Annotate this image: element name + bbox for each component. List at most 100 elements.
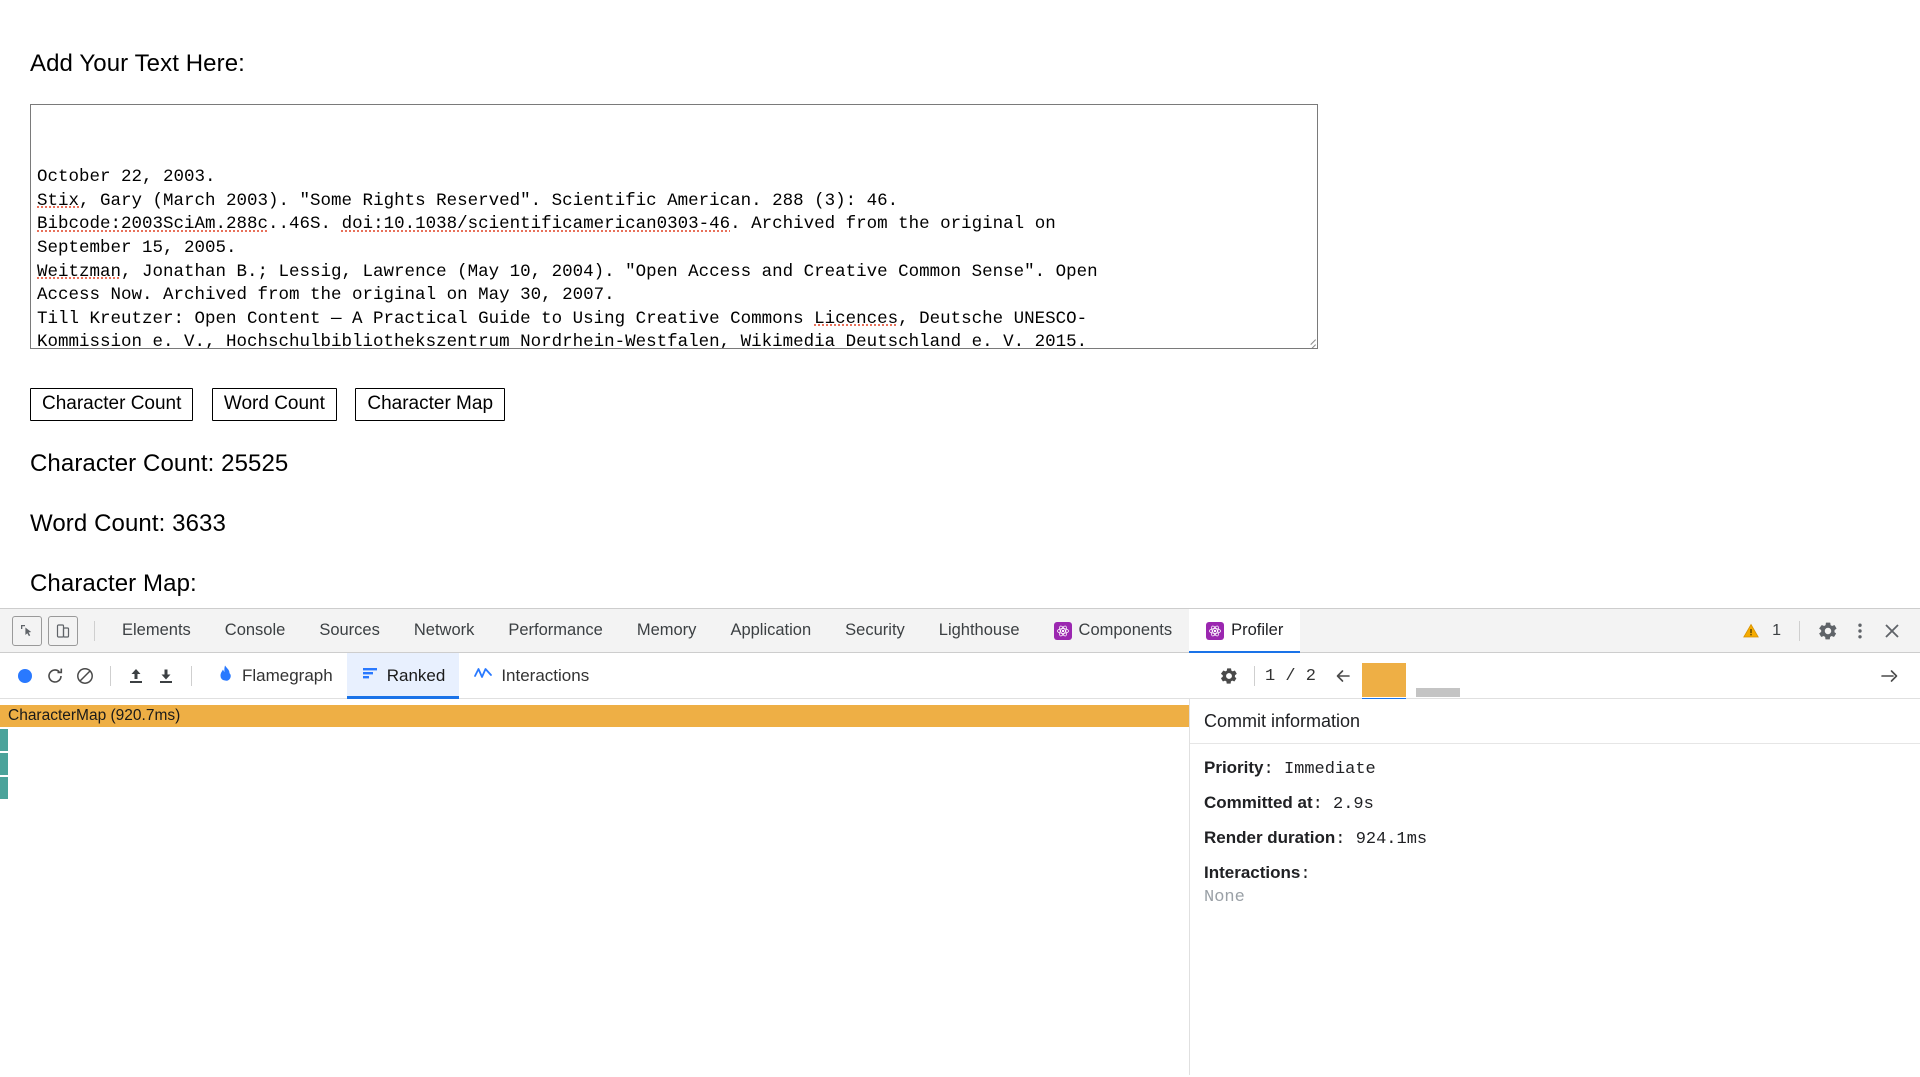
devtools-tab-security[interactable]: Security (828, 609, 922, 653)
textarea-line-partial (37, 154, 1313, 166)
devtools-tab-label: Memory (636, 621, 697, 639)
devtools-tab-label: Profiler (1231, 621, 1284, 639)
commit-render-duration-row: Render duration: 924.1ms (1204, 828, 1428, 849)
reload-and-record-icon[interactable] (40, 661, 70, 691)
devtools-panel: Elements Console Sources Network Performance… (0, 608, 1920, 1077)
ranked-chart-row: CharacterMap (920.7ms) (0, 705, 1189, 727)
devtools-tab-label: Application (730, 621, 812, 639)
ranked-chart-row (0, 753, 1189, 775)
ranked-chart-row (0, 729, 1189, 751)
commit-priority-row: Priority: Immediate (1204, 758, 1376, 779)
word-count-result: Word Count: 3633 (30, 510, 226, 537)
devtools-tab-elements[interactable]: Elements (105, 609, 208, 653)
tab-interactions-label: Interactions (501, 665, 590, 685)
tab-ranked-label: Ranked (386, 665, 446, 685)
commit-committed-at-value: 2.9s (1333, 795, 1374, 814)
next-commit-icon[interactable] (1872, 659, 1906, 693)
text-input-textarea[interactable]: October 22, 2003. Stix, Gary (March 2003)… (30, 104, 1318, 349)
devtools-tab-application[interactable]: Application (713, 609, 828, 653)
devtools-right-controls: 1 (1737, 617, 1920, 645)
devtools-tab-memory[interactable]: Memory (620, 609, 714, 653)
profiler-divider-2 (191, 665, 192, 686)
commit-details-list: Priority: Immediate Committed at: 2.9s R… (1190, 744, 1920, 907)
close-icon[interactable] (1878, 617, 1906, 645)
gear-icon[interactable] (1814, 617, 1842, 645)
word-count-button[interactable]: Word Count (211, 388, 337, 421)
devtools-tab-performance[interactable]: Performance (491, 609, 619, 653)
textarea-content: October 22, 2003. Stix, Gary (March 2003)… (37, 154, 1313, 349)
textarea-line: Kommission e. V., Hochschulbibliotheksze… (37, 332, 1088, 349)
devtools-tab-label: Sources (319, 621, 380, 639)
character-count-result: Character Count: 25525 (30, 450, 289, 477)
warning-count: 1 (1772, 621, 1781, 639)
ranked-chart-bar[interactable] (0, 753, 8, 775)
devtools-tool-icons (0, 615, 105, 646)
commit-interactions-value: None (1204, 888, 1245, 907)
devtools-tab-components[interactable]: Components (1037, 609, 1190, 653)
web-page-content: Add Your Text Here: October 22, 2003. Sti… (0, 0, 1920, 608)
record-icon[interactable] (10, 661, 40, 691)
devtools-tab-label: Security (845, 621, 905, 639)
textarea-line: Bibcode:2003SciAm.288c..46S. doi:10.1038… (37, 214, 1056, 235)
tab-ranked[interactable]: Ranked (346, 652, 460, 699)
devtools-tab-network[interactable]: Network (397, 609, 492, 653)
textarea-line: Access Now. Archived from the original o… (37, 285, 615, 306)
character-map-button[interactable]: Character Map (355, 388, 506, 421)
devtools-tab-lighthouse[interactable]: Lighthouse (922, 609, 1037, 653)
textarea-line: Stix, Gary (March 2003). "Some Rights Re… (37, 190, 899, 211)
tab-flamegraph[interactable]: Flamegraph (202, 653, 347, 699)
snapshot-bar[interactable] (1362, 663, 1407, 702)
warning-icon[interactable] (1737, 617, 1765, 645)
inspect-element-icon[interactable] (12, 615, 42, 646)
flame-icon (216, 664, 234, 687)
clear-icon[interactable] (70, 661, 100, 691)
profiler-divider-1 (110, 665, 111, 686)
snapshot-divider (1254, 666, 1255, 686)
character-count-button[interactable]: Character Count (30, 388, 194, 421)
commit-render-duration-value: 924.1ms (1355, 830, 1428, 849)
commit-snapshot-strip[interactable] (1362, 651, 1461, 702)
action-button-row: Character Count Word Count Character Map (30, 388, 519, 421)
devtools-tabbar: Elements Console Sources Network Performance… (0, 609, 1920, 654)
ranked-icon (361, 664, 379, 687)
ranked-chart-bar[interactable] (0, 777, 8, 799)
more-options-icon[interactable] (1846, 617, 1874, 645)
commit-information-panel: Commit information Priority: Immediate C… (1190, 699, 1920, 1075)
tab-flamegraph-label: Flamegraph (242, 665, 333, 685)
profiler-settings-gear-icon[interactable] (1214, 661, 1244, 691)
toolbar-divider (94, 620, 95, 641)
save-profile-icon[interactable] (151, 661, 181, 691)
commit-priority-label: Priority (1204, 758, 1264, 777)
device-toolbar-icon[interactable] (48, 615, 78, 646)
tab-interactions[interactable]: Interactions (459, 653, 603, 699)
previous-commit-icon[interactable] (1328, 659, 1362, 693)
devtools-tab-label: Lighthouse (938, 621, 1020, 639)
page-title: Add Your Text Here: (30, 50, 245, 77)
react-logo-icon (1053, 621, 1072, 640)
devtools-tab-label: Components (1078, 621, 1173, 639)
load-profile-icon[interactable] (121, 661, 151, 691)
profiler-toolbar: Flamegraph Ranked Interactions 1 / 2 (0, 651, 1920, 702)
character-map-label: Character Map: (30, 570, 197, 597)
react-logo-icon (1206, 621, 1225, 640)
devtools-tab-list: Elements Console Sources Network Performance… (105, 609, 1301, 654)
ranked-chart: CharacterMap (920.7ms) (0, 699, 1190, 1075)
commit-committed-at-label: Committed at (1204, 793, 1313, 812)
textarea-line: October 22, 2003. (37, 167, 216, 188)
ranked-chart-row (0, 777, 1189, 799)
devtools-tab-profiler[interactable]: Profiler (1189, 609, 1301, 654)
devtools-tab-label: Performance (508, 621, 603, 639)
devtools-tab-console[interactable]: Console (208, 609, 303, 653)
devtools-tab-label: Network (413, 621, 475, 639)
profiler-snapshot-controls: 1 / 2 (1190, 651, 1920, 702)
snapshot-bar[interactable] (1416, 688, 1461, 697)
profiler-body: CharacterMap (920.7ms) Commit informatio… (0, 699, 1920, 1075)
commit-interactions-label: Interactions (1204, 863, 1301, 882)
commit-committed-at-row: Committed at: 2.9s (1204, 793, 1374, 814)
interactions-icon (473, 664, 493, 687)
textarea-line: September 15, 2005. (37, 237, 237, 258)
ranked-chart-bar[interactable]: CharacterMap (920.7ms) (0, 705, 1189, 727)
devtools-tab-label: Console (224, 621, 286, 639)
devtools-tab-sources[interactable]: Sources (302, 609, 397, 653)
ranked-chart-bar[interactable] (0, 729, 8, 751)
